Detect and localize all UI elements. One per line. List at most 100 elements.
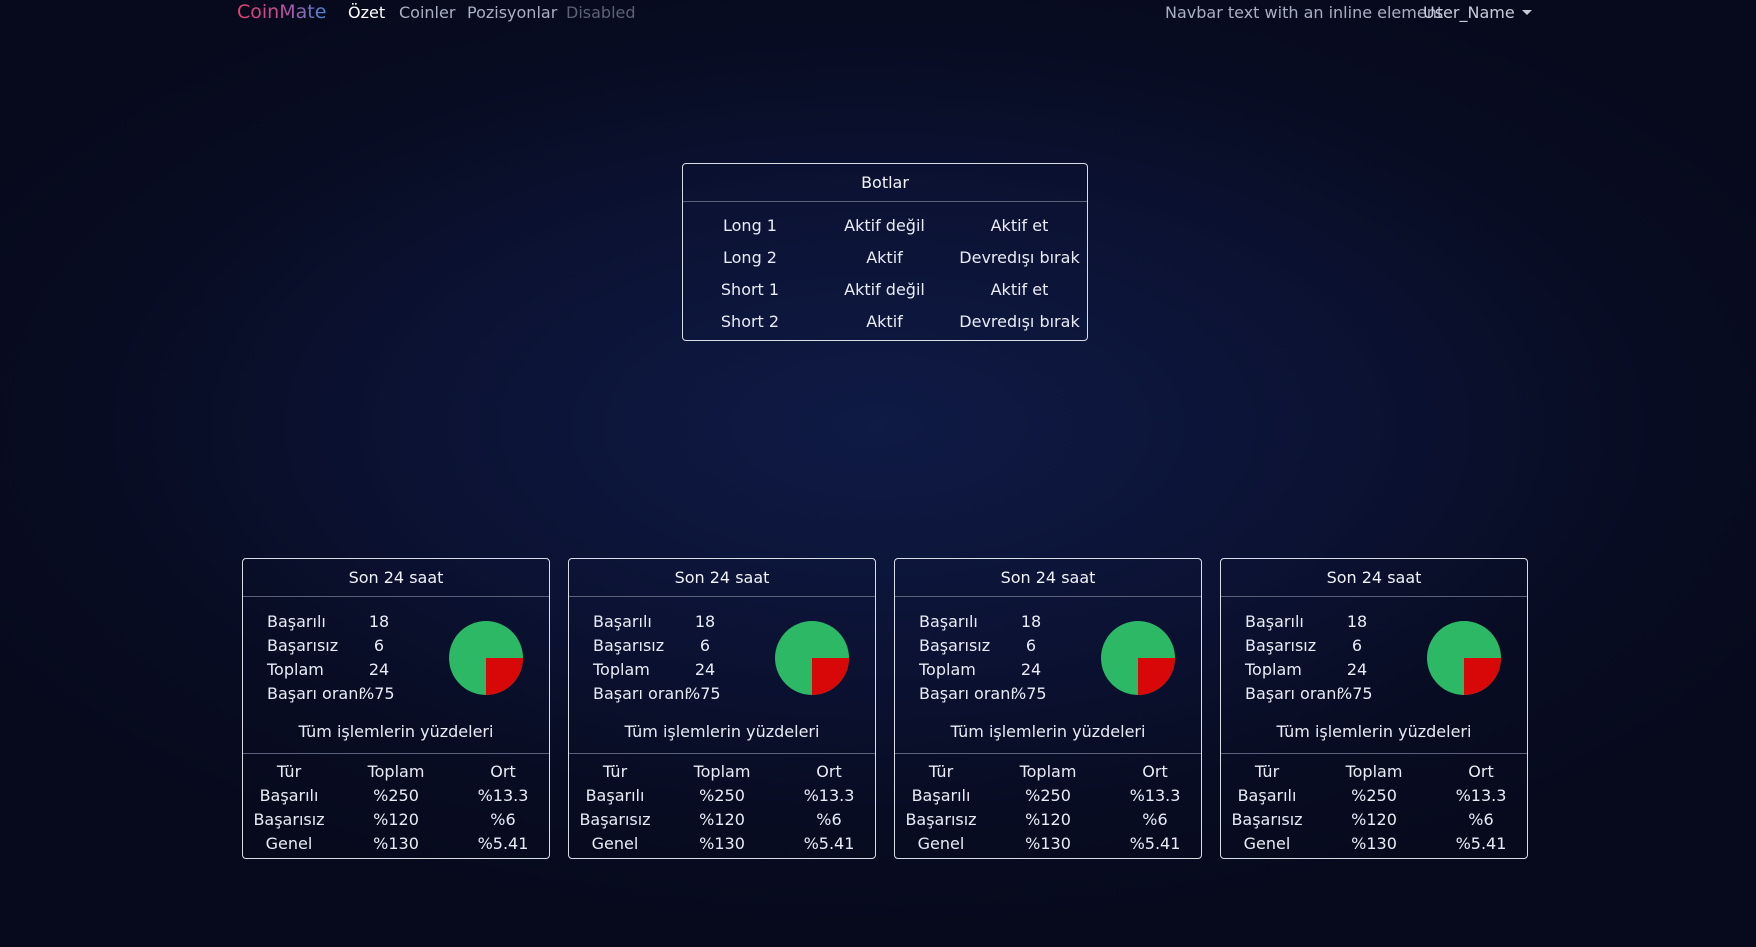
table-cell: Başarısız	[253, 810, 325, 829]
table-cell: %13.3	[1455, 786, 1507, 805]
percentages-table: Tür Toplam Ort Başarılı %250 %13.3 Başarısız…	[243, 760, 549, 856]
table-cell: Genel	[265, 834, 313, 853]
metric-value: 24	[368, 660, 390, 679]
bot-action-button[interactable]: Aktif et	[952, 274, 1087, 306]
bots-card-title: Botlar	[683, 164, 1087, 202]
metric-label: Toplam	[919, 660, 976, 679]
metric-label: Toplam	[1245, 660, 1302, 679]
column-header: Ort	[1468, 762, 1494, 781]
column-header: Tür	[1254, 762, 1280, 781]
metric-row: Toplam 24	[1245, 658, 1377, 682]
table-row: Başarısız %120 %6	[243, 808, 549, 832]
metric-value: %75	[1337, 684, 1373, 703]
column-header: Ort	[1142, 762, 1168, 781]
metric-row: Başarılı 18	[593, 610, 725, 634]
table-cell: Başarılı	[911, 786, 971, 805]
table-cell: %13.3	[803, 786, 855, 805]
stats-card: Son 24 saat Başarılı 18 Başarısız 6 Toplam…	[894, 558, 1202, 859]
metric-row: Başarı oranı %75	[919, 682, 1051, 706]
nav-link-ozet[interactable]: Özet	[348, 3, 385, 22]
bot-row: Long 2 Aktif Devredışı bırak	[683, 242, 1087, 274]
percentages-title: Tüm işlemlerin yüzdeleri	[1221, 717, 1527, 754]
table-cell: %130	[1025, 834, 1071, 853]
table-cell: %6	[1142, 810, 1168, 829]
metric-value: 18	[1020, 612, 1042, 631]
pie-slice-fail	[1138, 658, 1175, 695]
pie-slice-fail	[812, 658, 849, 695]
table-row: Genel %130 %5.41	[1221, 832, 1527, 856]
bot-name: Short 2	[720, 312, 780, 331]
metric-label: Başarısız	[1245, 636, 1317, 655]
success-pie-chart	[775, 621, 849, 695]
column-header: Tür	[602, 762, 628, 781]
bot-status: Aktif	[866, 248, 903, 267]
stats-card: Son 24 saat Başarılı 18 Başarısız 6 Toplam…	[242, 558, 550, 859]
metric-label: Başarı oranı	[593, 684, 689, 703]
metric-value: 24	[1346, 660, 1368, 679]
table-cell: %130	[699, 834, 745, 853]
column-header: Toplam	[1019, 762, 1077, 781]
percentages-table: Tür Toplam Ort Başarılı %250 %13.3 Başarısız…	[1221, 760, 1527, 856]
table-cell: %5.41	[477, 834, 529, 853]
percentages-title: Tüm işlemlerin yüzdeleri	[569, 717, 875, 754]
metric-value: %75	[359, 684, 395, 703]
brand-logo[interactable]: CoinMate	[237, 1, 326, 23]
table-cell: %130	[1351, 834, 1397, 853]
table-cell: %13.3	[1129, 786, 1181, 805]
chevron-down-icon	[1521, 10, 1532, 15]
success-pie-chart	[1101, 621, 1175, 695]
column-header: Toplam	[1345, 762, 1403, 781]
table-cell: %5.41	[803, 834, 855, 853]
table-cell: %120	[373, 810, 419, 829]
user-dropdown[interactable]: User_Name	[1423, 3, 1532, 22]
metric-label: Başarılı	[919, 612, 978, 631]
stats-card-title: Son 24 saat	[1221, 559, 1527, 597]
metric-row: Başarısız 6	[1245, 634, 1377, 658]
metric-value: 6	[1025, 636, 1037, 655]
bot-action-button[interactable]: Devredışı bırak	[952, 306, 1087, 338]
table-cell: %250	[1351, 786, 1397, 805]
table-cell: %6	[816, 810, 842, 829]
metric-label: Başarısız	[919, 636, 991, 655]
percentages-table: Tür Toplam Ort Başarılı %250 %13.3 Başarısız…	[895, 760, 1201, 856]
table-cell: Genel	[917, 834, 965, 853]
metric-row: Başarılı 18	[1245, 610, 1377, 634]
table-cell: %130	[373, 834, 419, 853]
table-cell: Başarısız	[905, 810, 977, 829]
table-cell: Genel	[1243, 834, 1291, 853]
table-row: Başarılı %250 %13.3	[1221, 784, 1527, 808]
bot-name: Short 1	[720, 280, 780, 299]
metric-row: Başarılı 18	[919, 610, 1051, 634]
bots-table: Long 1 Aktif değil Aktif et Long 2 Aktif…	[683, 210, 1087, 338]
success-pie-chart	[449, 621, 523, 695]
bot-name: Long 1	[723, 216, 777, 235]
metric-value: %75	[1011, 684, 1047, 703]
table-row: Başarısız %120 %6	[569, 808, 875, 832]
stats-card-title: Son 24 saat	[569, 559, 875, 597]
metric-row: Toplam 24	[267, 658, 399, 682]
table-cell: %13.3	[477, 786, 529, 805]
table-cell: %6	[1468, 810, 1494, 829]
metrics-list: Başarılı 18 Başarısız 6 Toplam 24 Başarı or…	[267, 610, 399, 706]
table-row: Başarılı %250 %13.3	[569, 784, 875, 808]
bot-action-button[interactable]: Aktif et	[952, 210, 1087, 242]
metric-value: %75	[685, 684, 721, 703]
user-name: User_Name	[1423, 3, 1515, 22]
table-cell: %250	[699, 786, 745, 805]
bot-action-button[interactable]: Devredışı bırak	[952, 242, 1087, 274]
metric-value: 6	[1351, 636, 1363, 655]
bots-card: Botlar Long 1 Aktif değil Aktif et Long …	[682, 163, 1088, 341]
nav-link-pozisyonlar[interactable]: Pozisyonlar	[467, 3, 557, 22]
table-cell: %5.41	[1129, 834, 1181, 853]
table-cell: %250	[1025, 786, 1071, 805]
nav-link-coinler[interactable]: Coinler	[399, 3, 455, 22]
stats-card-title: Son 24 saat	[895, 559, 1201, 597]
table-row: Başarısız %120 %6	[1221, 808, 1527, 832]
metric-row: Toplam 24	[593, 658, 725, 682]
metric-row: Başarısız 6	[267, 634, 399, 658]
metric-label: Başarılı	[593, 612, 652, 631]
metric-row: Başarılı 18	[267, 610, 399, 634]
column-header: Tür	[928, 762, 954, 781]
metrics-list: Başarılı 18 Başarısız 6 Toplam 24 Başarı or…	[1245, 610, 1377, 706]
metric-label: Başarılı	[267, 612, 326, 631]
